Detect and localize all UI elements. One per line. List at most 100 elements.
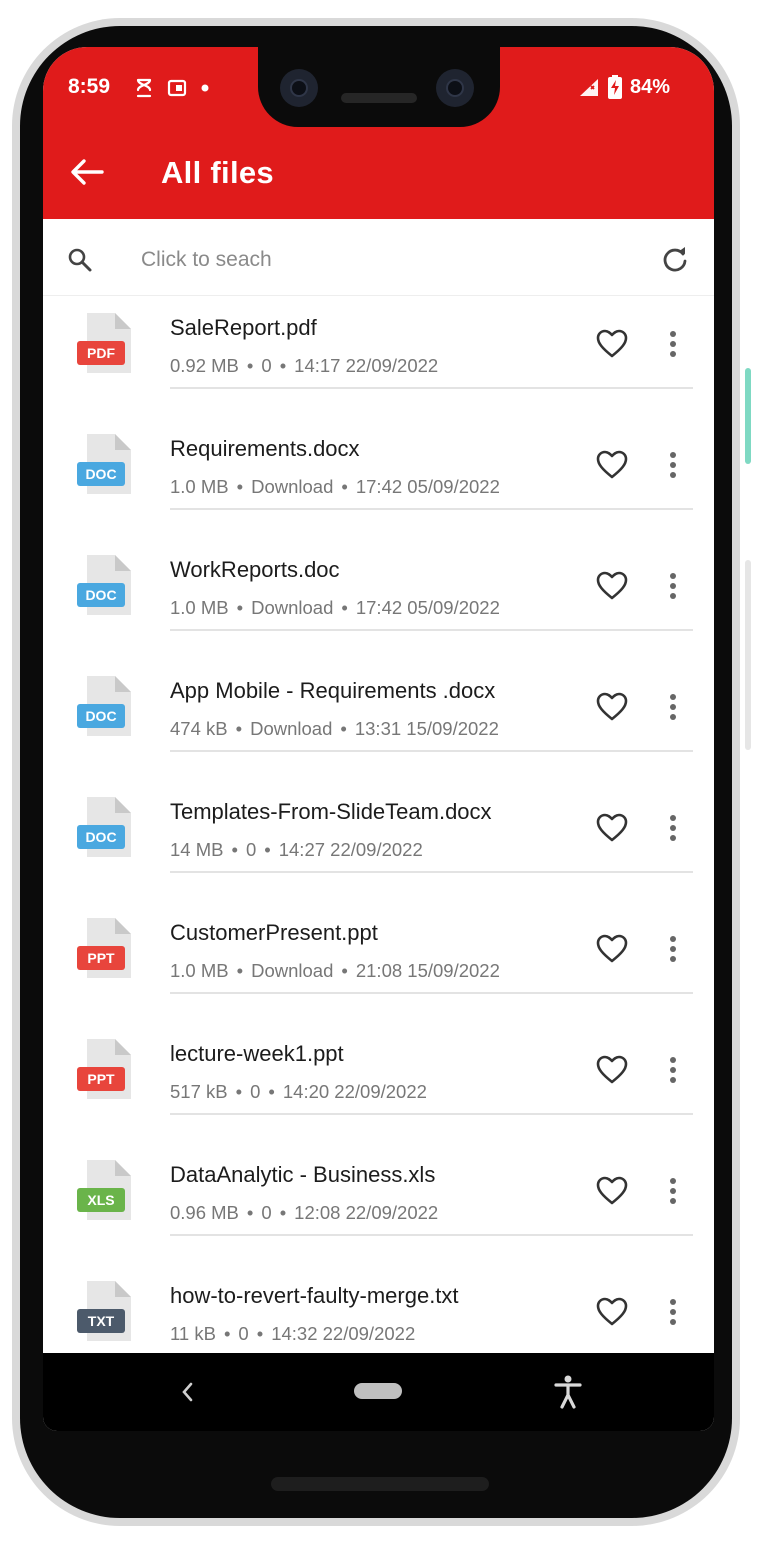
file-source: 0 [261, 1202, 272, 1223]
file-name: SaleReport.pdf [170, 315, 317, 340]
favorite-heart-icon[interactable] [596, 1176, 628, 1206]
file-source: Download [251, 597, 334, 618]
file-type-label: PDF [87, 345, 115, 361]
camera-notch [258, 47, 500, 127]
file-name: lecture-week1.ppt [170, 1041, 344, 1066]
favorite-heart-icon[interactable] [596, 692, 628, 722]
list-item[interactable]: PDF SaleReport.pdf 0.92 MB • 0 • 14:17 22/09… [43, 295, 714, 416]
divider [170, 387, 693, 389]
status-notification-icons [135, 77, 209, 99]
list-item[interactable]: XLS DataAnalytic - Business.xls 0.96 MB •… [43, 1142, 714, 1263]
file-size: 1.0 MB [170, 597, 229, 618]
file-type-label: PPT [87, 950, 115, 966]
list-item[interactable]: DOC App Mobile - Requirements .docx 474 … [43, 658, 714, 779]
search-input[interactable] [139, 243, 583, 277]
file-name: how-to-revert-faulty-merge.txt [170, 1283, 459, 1308]
divider [170, 1113, 693, 1115]
file-size: 0.96 MB [170, 1202, 239, 1223]
list-item[interactable]: PPT CustomerPresent.ppt 1.0 MB • Download •… [43, 900, 714, 1021]
file-meta: 14 MB • 0 • 14:27 22/09/2022 [170, 839, 423, 860]
file-type-icon: DOC [77, 797, 131, 857]
divider [170, 992, 693, 994]
accessibility-icon[interactable] [554, 1375, 582, 1409]
file-date: 21:08 15/09/2022 [355, 960, 500, 981]
file-name: Templates-From-SlideTeam.docx [170, 799, 492, 824]
list-item[interactable]: DOC Templates-From-SlideTeam.docx 14 MB •… [43, 779, 714, 900]
file-source: 0 [250, 1081, 261, 1102]
more-vert-icon[interactable] [661, 1176, 685, 1206]
more-vert-icon[interactable] [661, 329, 685, 359]
file-date: 17:42 05/09/2022 [355, 476, 500, 497]
favorite-heart-icon[interactable] [596, 934, 628, 964]
earpiece-speaker [341, 93, 417, 103]
sim-card-icon [167, 79, 187, 97]
file-meta: 1.0 MB • Download • 17:42 05/09/2022 [170, 597, 500, 618]
file-date: 14:20 22/09/2022 [282, 1081, 427, 1102]
file-source: Download [251, 960, 334, 981]
file-type-icon: DOC [77, 434, 131, 494]
file-date: 13:31 15/09/2022 [354, 718, 499, 739]
file-meta: 0.92 MB • 0 • 14:17 22/09/2022 [170, 355, 439, 376]
file-size: 1.0 MB [170, 476, 229, 497]
file-meta: 1.0 MB • Download • 17:42 05/09/2022 [170, 476, 500, 497]
nav-home-button[interactable] [354, 1383, 402, 1399]
file-date: 17:42 05/09/2022 [355, 597, 500, 618]
more-vert-icon[interactable] [661, 1055, 685, 1085]
status-right: 84% [578, 75, 670, 99]
file-date: 14:27 22/09/2022 [278, 839, 423, 860]
file-date: 14:32 22/09/2022 [271, 1323, 416, 1344]
more-vert-icon[interactable] [661, 450, 685, 480]
file-source: Download [250, 718, 333, 739]
file-meta: 474 kB • Download • 13:31 15/09/2022 [170, 718, 499, 739]
list-item[interactable]: PPT lecture-week1.ppt 517 kB • 0 • 14:20 22/… [43, 1021, 714, 1142]
file-type-icon: DOC [77, 676, 131, 736]
file-type-icon: PDF [77, 313, 131, 373]
file-type-icon: TXT [77, 1281, 131, 1341]
file-type-icon: PPT [77, 1039, 131, 1099]
file-name: App Mobile - Requirements .docx [170, 678, 496, 703]
file-type-label: PPT [87, 1071, 115, 1087]
file-type-icon: DOC [77, 555, 131, 615]
file-type-label: DOC [85, 466, 116, 482]
more-vert-icon[interactable] [661, 934, 685, 964]
file-name: WorkReports.doc [170, 557, 340, 582]
file-size: 1.0 MB [170, 960, 229, 981]
favorite-heart-icon[interactable] [596, 571, 628, 601]
battery-charging-icon [607, 75, 622, 99]
favorite-heart-icon[interactable] [596, 1297, 628, 1327]
favorite-heart-icon[interactable] [596, 1055, 628, 1085]
hardware-bottom-bar [271, 1477, 489, 1491]
favorite-heart-icon[interactable] [596, 329, 628, 359]
file-type-label: XLS [87, 1192, 114, 1208]
more-vert-icon[interactable] [661, 571, 685, 601]
divider [170, 871, 693, 873]
page-title: All files [161, 155, 274, 190]
nav-back-icon[interactable] [180, 1381, 194, 1403]
favorite-heart-icon[interactable] [596, 450, 628, 480]
file-meta: 0.96 MB • 0 • 12:08 22/09/2022 [170, 1202, 439, 1223]
file-source: 0 [245, 839, 257, 860]
file-source: 0 [238, 1323, 249, 1344]
power-button [745, 368, 751, 464]
more-vert-icon[interactable] [661, 692, 685, 722]
favorite-heart-icon[interactable] [596, 813, 628, 843]
file-meta: 517 kB • 0 • 14:20 22/09/2022 [170, 1081, 427, 1102]
refresh-icon[interactable] [661, 245, 689, 273]
divider [170, 508, 693, 510]
more-vert-icon[interactable] [661, 1297, 685, 1327]
front-camera [280, 69, 318, 107]
list-item[interactable]: DOC WorkReports.doc 1.0 MB • Download • 17:4… [43, 537, 714, 658]
more-vert-icon[interactable] [661, 813, 685, 843]
file-type-label: DOC [85, 587, 116, 603]
screen: 8:59 84% All files Click to seach PDF Sa… [43, 47, 714, 1431]
file-type-icon: XLS [77, 1160, 131, 1220]
file-type-label: DOC [85, 708, 116, 724]
back-arrow-icon[interactable] [69, 157, 105, 187]
list-item[interactable]: DOC Requirements.docx 1.0 MB • Download • 17… [43, 416, 714, 537]
signal-icon [579, 79, 598, 96]
file-type-label: DOC [85, 829, 116, 845]
search-icon [68, 248, 92, 272]
file-date: 12:08 22/09/2022 [294, 1202, 439, 1223]
file-size: 11 kB [170, 1323, 216, 1344]
file-meta: 1.0 MB • Download • 21:08 15/09/2022 [170, 960, 500, 981]
